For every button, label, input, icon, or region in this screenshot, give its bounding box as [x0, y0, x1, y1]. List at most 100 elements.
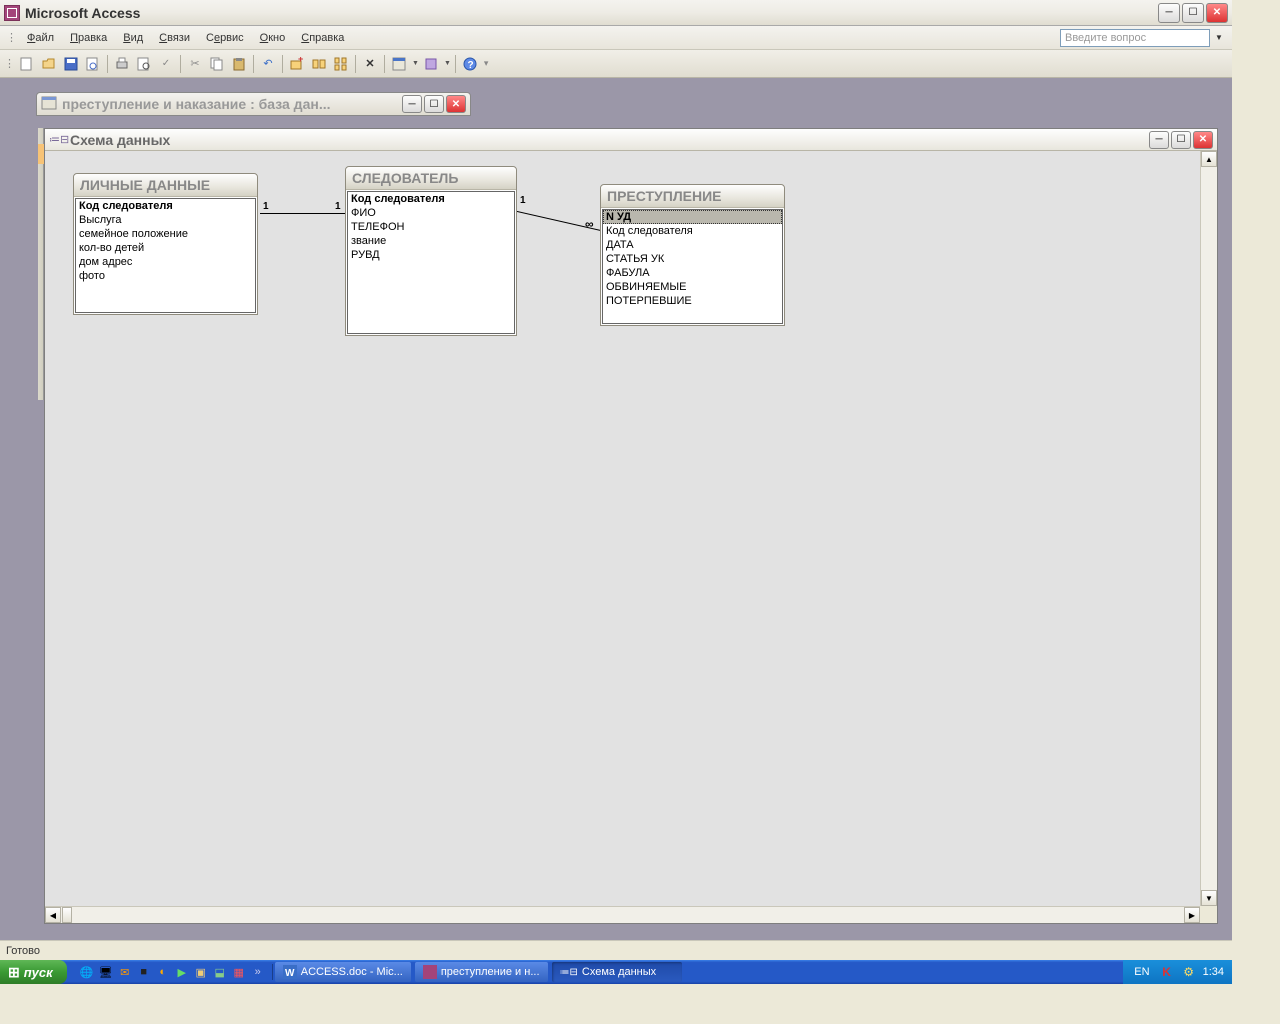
ql-mail-icon[interactable]: ✉ [117, 964, 133, 980]
maximize-button[interactable]: ☐ [1182, 3, 1204, 23]
cut-button[interactable]: ✂ [185, 54, 205, 74]
field-item[interactable]: Код следователя [603, 224, 782, 238]
field-item[interactable]: дом адрес [76, 255, 255, 269]
spell-button[interactable]: ✓ [156, 54, 176, 74]
field-item[interactable]: звание [348, 234, 514, 248]
scroll-up-button[interactable]: ▲ [1201, 151, 1217, 167]
field-item[interactable]: СТАТЬЯ УК [603, 252, 782, 266]
copy-button[interactable] [207, 54, 227, 74]
ql-media-icon[interactable]: ▶ [174, 964, 190, 980]
field-item[interactable]: кол-во детей [76, 241, 255, 255]
word-icon: W [283, 965, 297, 979]
svg-text:?: ? [467, 60, 473, 71]
save-button[interactable] [61, 54, 81, 74]
table-title: ПРЕСТУПЛЕНИЕ [601, 185, 784, 208]
field-item[interactable]: РУВД [348, 248, 514, 262]
relationships-icon: ≔⊟ [49, 133, 65, 147]
help-search-input[interactable]: Введите вопрос [1060, 29, 1210, 47]
scroll-right-button[interactable]: ▶ [1184, 907, 1200, 923]
tray-network-icon[interactable]: ⚙ [1181, 964, 1197, 980]
language-indicator[interactable]: EN [1131, 966, 1152, 978]
ql-app1-icon[interactable]: ■ [136, 964, 152, 980]
ql-app4-icon[interactable]: ⬓ [212, 964, 228, 980]
new-object-button[interactable] [421, 54, 441, 74]
ql-app5-icon[interactable]: ▦ [231, 964, 247, 980]
menu-relations[interactable]: Связи [151, 30, 198, 46]
show-all-button[interactable] [331, 54, 351, 74]
menu-help[interactable]: Справка [293, 30, 352, 46]
minimize-button[interactable]: ─ [1158, 3, 1180, 23]
taskbar: пуск 🌐 🖥 ✉ ■ ◐ ▶ ▣ ⬓ ▦ » W ACCESS.doc - … [0, 960, 1232, 984]
field-item[interactable]: ОБВИНЯЕМЫЕ [603, 280, 782, 294]
new-object-dropdown-icon[interactable]: ▼ [443, 60, 451, 67]
new-button[interactable] [17, 54, 37, 74]
schema-canvas[interactable]: 1 1 1 ∞ ЛИЧНЫЕ ДАННЫЕ Код следователя Вы… [45, 151, 1217, 923]
schema-close-button[interactable]: ✕ [1193, 131, 1213, 149]
taskbar-item-schema[interactable]: ≔⊟ Схема данных [552, 962, 682, 982]
scroll-down-button[interactable]: ▼ [1201, 890, 1217, 906]
help-button[interactable]: ? [460, 54, 480, 74]
schema-minimize-button[interactable]: ─ [1149, 131, 1169, 149]
field-item[interactable]: Код следователя [348, 192, 514, 206]
field-item[interactable]: фото [76, 269, 255, 283]
db-close-button[interactable]: ✕ [446, 95, 466, 113]
database-window-titlebar[interactable]: преступление и наказание : база дан... ─… [36, 92, 471, 116]
clock[interactable]: 1:34 [1203, 966, 1224, 978]
taskbar-item-label: ACCESS.doc - Mic... [301, 966, 403, 978]
print-preview-button[interactable] [134, 54, 154, 74]
menu-view[interactable]: Вид [115, 30, 151, 46]
tray-kaspersky-icon[interactable]: K [1159, 964, 1175, 980]
svg-text:W: W [285, 968, 295, 979]
field-item[interactable]: N УД [603, 210, 782, 224]
search-file-button[interactable] [83, 54, 103, 74]
ql-ie-icon[interactable]: 🌐 [79, 964, 95, 980]
ql-app3-icon[interactable]: ▣ [193, 964, 209, 980]
table-investigator[interactable]: СЛЕДОВАТЕЛЬ Код следователя ФИО ТЕЛЕФОН … [345, 166, 517, 336]
field-item[interactable]: ФИО [348, 206, 514, 220]
show-direct-button[interactable] [309, 54, 329, 74]
ql-app2-icon[interactable]: ◐ [155, 964, 171, 980]
field-item[interactable]: Выслуга [76, 213, 255, 227]
db-maximize-button[interactable]: ☐ [424, 95, 444, 113]
menu-window[interactable]: Окно [252, 30, 294, 46]
status-text: Готово [6, 945, 40, 957]
close-button[interactable]: ✕ [1206, 3, 1228, 23]
db-minimize-button[interactable]: ─ [402, 95, 422, 113]
menu-service[interactable]: Сервис [198, 30, 252, 46]
field-item[interactable]: ПОТЕРПЕВШИЕ [603, 294, 782, 308]
menu-file[interactable]: Файл [19, 30, 62, 46]
table-crime[interactable]: ПРЕСТУПЛЕНИЕ N УД Код следователя ДАТА С… [600, 184, 785, 326]
db-dropdown-icon[interactable]: ▼ [411, 60, 419, 67]
scroll-thumb[interactable] [62, 907, 72, 923]
menu-edit[interactable]: Правка [62, 30, 115, 46]
ql-chevron-icon[interactable]: » [250, 964, 266, 980]
delete-button[interactable]: ✕ [360, 54, 380, 74]
quick-launch: 🌐 🖥 ✉ ■ ◐ ▶ ▣ ⬓ ▦ » [73, 964, 273, 980]
schema-maximize-button[interactable]: ☐ [1171, 131, 1191, 149]
start-button[interactable]: пуск [0, 960, 67, 984]
taskbar-item-access[interactable]: преступление и н... [415, 962, 548, 982]
schema-titlebar[interactable]: ≔⊟ Схема данных ─ ☐ ✕ [45, 129, 1217, 151]
table-personal-data[interactable]: ЛИЧНЫЕ ДАННЫЕ Код следователя Выслуга се… [73, 173, 258, 315]
open-button[interactable] [39, 54, 59, 74]
taskbar-item-word[interactable]: W ACCESS.doc - Mic... [275, 962, 411, 982]
svg-text:+: + [298, 57, 303, 64]
print-button[interactable] [112, 54, 132, 74]
relation-line-1[interactable] [260, 213, 350, 214]
ql-desktop-icon[interactable]: 🖥 [98, 964, 114, 980]
access-icon [4, 5, 20, 21]
field-item[interactable]: ДАТА [603, 238, 782, 252]
field-item[interactable]: семейное положение [76, 227, 255, 241]
scroll-left-button[interactable]: ◀ [45, 907, 61, 923]
horizontal-scrollbar[interactable]: ◀ ▶ [45, 906, 1200, 923]
help-search-dropdown[interactable]: ▼ [1212, 29, 1226, 47]
add-table-button[interactable]: + [287, 54, 307, 74]
relation-cardinality-2: 1 [520, 195, 526, 206]
vertical-scrollbar[interactable]: ▲ ▼ [1200, 151, 1217, 906]
field-item[interactable]: ФАБУЛА [603, 266, 782, 280]
field-item[interactable]: ТЕЛЕФОН [348, 220, 514, 234]
db-window-button[interactable] [389, 54, 409, 74]
field-item[interactable]: Код следователя [76, 199, 255, 213]
paste-button[interactable] [229, 54, 249, 74]
undo-button[interactable]: ↶ [258, 54, 278, 74]
